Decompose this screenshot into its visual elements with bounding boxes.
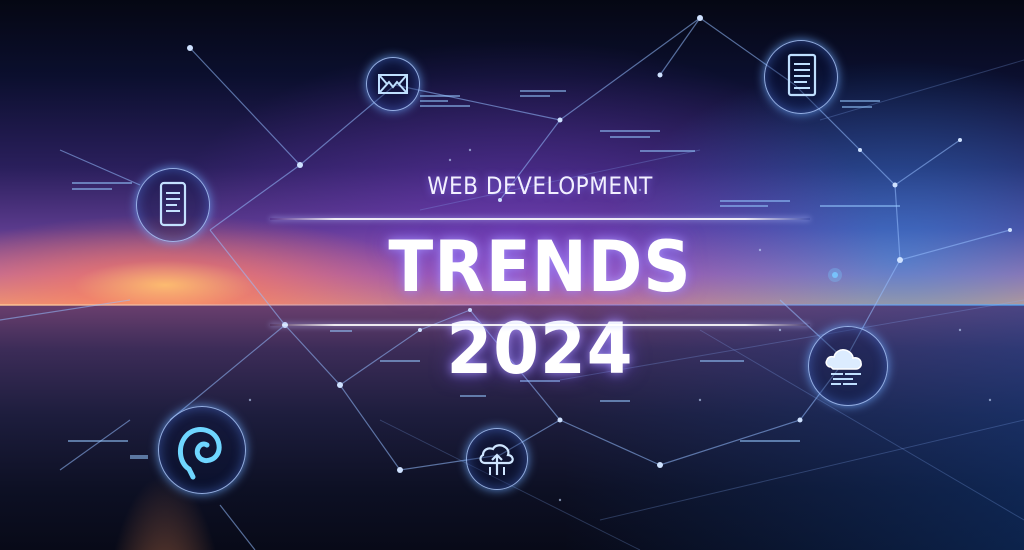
spiral-logo-icon	[158, 406, 246, 494]
document-page-icon	[764, 40, 838, 114]
cloud-data-icon	[808, 326, 888, 406]
title-rule-top	[270, 218, 810, 220]
subtitle: WEB DEVELOPMENT	[427, 172, 653, 200]
title-block: WEB DEVELOPMENT TRENDS 2024	[270, 160, 810, 390]
headline: TRENDS 2024	[388, 226, 692, 390]
cloud-upload-icon	[466, 428, 528, 490]
image-gallery-icon	[366, 57, 420, 111]
hero-banner: WEB DEVELOPMENT TRENDS 2024	[0, 0, 1024, 550]
mobile-document-icon	[136, 168, 210, 242]
title-rule-bottom	[270, 324, 810, 326]
